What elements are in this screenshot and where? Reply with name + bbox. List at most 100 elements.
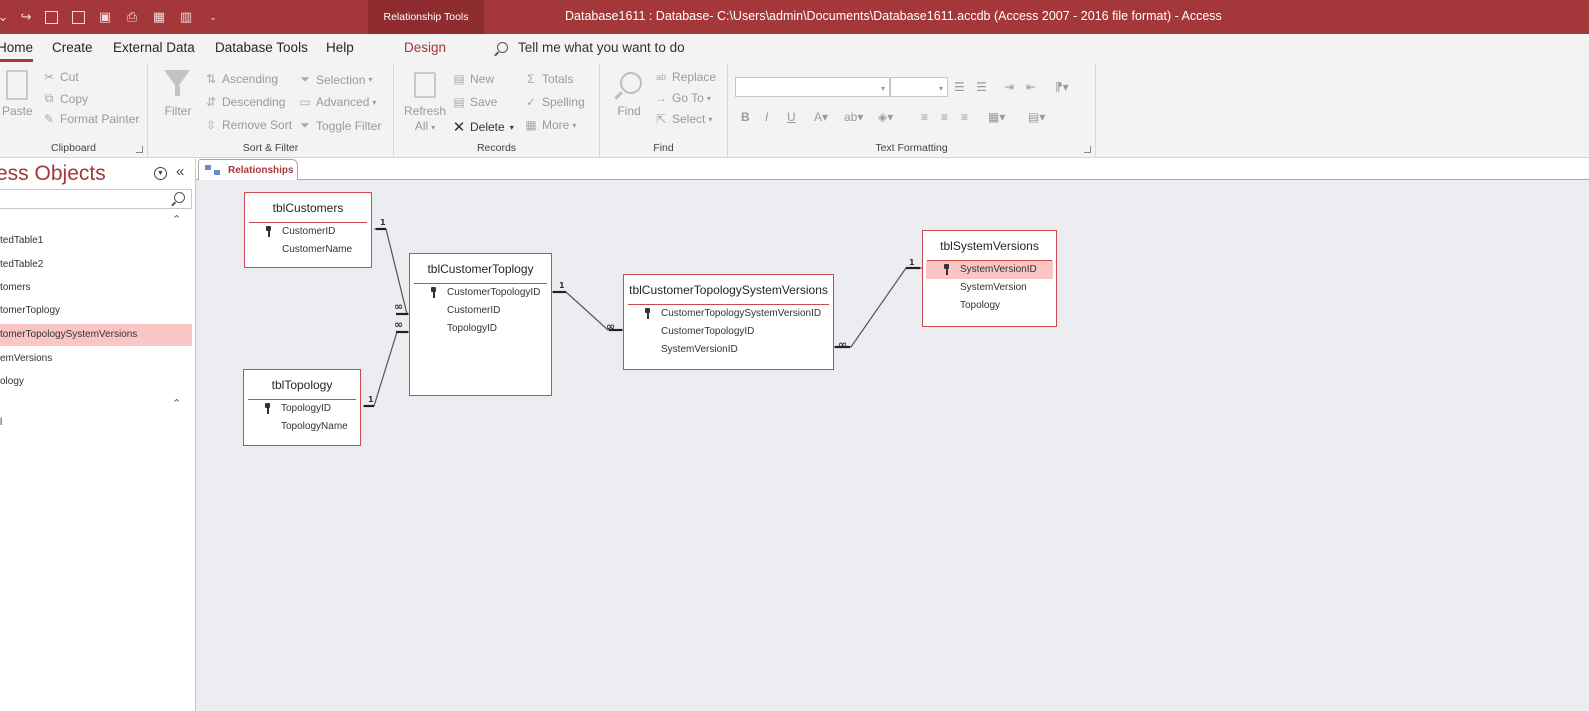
nav-search-input[interactable] [0,189,192,209]
relationships-canvas[interactable] [196,180,1589,711]
numbering-icon[interactable]: ☰ [976,80,987,94]
nav-item-table[interactable]: tedTable1 [0,230,192,252]
format-painter-button[interactable]: ✎ Format Painter [42,112,139,126]
underline-button[interactable]: U [787,110,796,124]
font-name-combo[interactable]: ▾ [735,77,890,97]
selection-button[interactable]: ⏷ Selection ▾ [298,72,372,87]
more-button[interactable]: ▦ More ▾ [524,118,576,132]
table-title[interactable]: tblTopology [248,370,356,400]
clipboard-launcher-icon[interactable] [136,146,143,153]
field-row[interactable]: TopologyID [247,400,357,418]
field-row[interactable]: CustomerTopologyID [627,323,830,341]
align-center-icon[interactable]: ≡ [941,110,948,124]
field-row[interactable]: CustomerName [248,241,368,259]
customize-qat-icon[interactable]: ⌄ [202,6,224,28]
italic-button[interactable]: I [765,110,768,124]
columns-icon[interactable]: ▥ [175,6,197,28]
field-row[interactable]: SystemVersionID [627,341,830,359]
find-button[interactable]: Find [612,104,646,118]
alternate-row-color-icon[interactable]: ▤▾ [1028,110,1045,124]
field-row[interactable]: CustomerID [413,302,548,320]
spelling-button[interactable]: ✓ Spelling [524,95,585,109]
tab-design[interactable]: Design [404,40,446,55]
nav-pane-title[interactable]: ess Objects [0,162,106,186]
tell-me-search[interactable]: Tell me what you want to do [497,40,685,55]
ascending-button[interactable]: ⇅ Ascending [204,72,278,86]
font-color-icon[interactable]: A▾ [814,110,828,124]
report-icon[interactable]: ▣ [94,6,116,28]
cut-button[interactable]: ✂ Cut [42,70,79,84]
refresh-all-button[interactable]: Refresh [400,104,450,118]
descending-button[interactable]: ⇵ Descending [204,95,285,109]
nav-item-table-selected[interactable]: tomerTopologySystemVersions [0,324,192,346]
redo-icon[interactable]: ↪ [17,6,35,28]
undo-arrow-icon[interactable]: ⌄ [0,6,8,28]
remove-sort-button[interactable]: ⇳ Remove Sort [204,118,292,132]
field-row[interactable]: CustomerTopologySystemVersionID [627,305,830,323]
find-magnifier-handle [614,91,623,100]
print-preview-icon[interactable]: ⎙ [121,6,143,28]
table-title[interactable]: tblCustomers [249,193,367,223]
datasheet-icon[interactable] [67,6,89,28]
tab-home[interactable]: Home [0,40,34,62]
field-row[interactable]: SystemVersion [926,279,1053,297]
font-size-combo[interactable]: ▾ [890,77,948,97]
highlight-color-icon[interactable]: ab▾ [844,110,863,124]
paste-button[interactable]: Paste [2,104,33,118]
nav-menu-chevron-icon[interactable]: ▼ [154,167,167,180]
nav-item-table[interactable]: tomerToplogy [0,300,192,322]
table-window-customer-topology-system-versions[interactable]: tblCustomerTopologySystemVersions Custom… [623,274,834,370]
group-collapse-icon[interactable]: ⌃ [172,397,181,410]
field-row-selected[interactable]: SystemVersionID [926,261,1053,279]
toggle-filter-button[interactable]: ⏷ Toggle Filter [298,118,381,133]
field-row[interactable]: Topology [926,297,1053,315]
tab-external-data[interactable]: External Data [113,40,195,55]
grid-icon[interactable]: ▦ [148,6,170,28]
table-window-customers[interactable]: tblCustomers CustomerID CustomerName [244,192,372,268]
table-window-system-versions[interactable]: tblSystemVersions SystemVersionID System… [922,230,1057,327]
align-left-icon[interactable]: ≡ [921,110,928,124]
tab-create[interactable]: Create [52,40,93,55]
copy-button[interactable]: ⧉ Copy [42,91,88,106]
tab-database-tools[interactable]: Database Tools [215,40,308,55]
table-window-topology[interactable]: tblTopology TopologyID TopologyName [243,369,361,446]
field-row[interactable]: TopologyID [413,320,548,338]
search-icon[interactable] [174,192,185,203]
nav-item-stub[interactable]: l [0,417,2,428]
nav-collapse-icon[interactable]: « [176,163,184,180]
new-record-button[interactable]: ▤ New [452,72,494,86]
totals-button[interactable]: Σ Totals [524,72,573,86]
table-title[interactable]: tblSystemVersions [927,231,1052,261]
align-right-icon[interactable]: ≡ [961,110,968,124]
replace-button[interactable]: ab Replace [654,70,716,84]
field-row[interactable]: TopologyName [247,418,357,436]
bold-button[interactable]: B [741,110,750,124]
go-to-button[interactable]: → Go To ▾ [654,91,711,105]
fill-color-icon[interactable]: ◈▾ [878,110,893,124]
tab-help[interactable]: Help [326,40,354,55]
document-tab-strip: Relationships [196,159,1589,180]
bullets-icon[interactable]: ☰ [954,80,965,94]
advanced-button[interactable]: ▭ Advanced ▾ [298,95,376,109]
delete-record-button[interactable]: ✕ Delete ▾ [452,118,514,136]
relationships-tab[interactable]: Relationships [198,159,298,180]
table-title[interactable]: tblCustomerToplogy [414,254,547,284]
save-record-button[interactable]: ▤ Save [452,95,497,109]
select-button[interactable]: ⇱ Select ▾ [654,112,712,126]
indent-decrease-icon[interactable]: ⇤ [1026,80,1036,94]
group-collapse-icon[interactable]: ⌃ [172,213,181,226]
nav-item-table[interactable]: ology [0,371,192,393]
paragraph-direction-icon[interactable]: ⁋▾ [1055,80,1069,94]
indent-increase-icon[interactable]: ⇥ [1004,80,1014,94]
table-title[interactable]: tblCustomerTopologySystemVersions [628,275,829,305]
text-formatting-launcher-icon[interactable] [1084,146,1091,153]
nav-item-table[interactable]: tomers [0,277,192,299]
table-view-icon[interactable] [40,6,62,28]
nav-item-table[interactable]: emVersions [0,348,192,370]
field-row[interactable]: CustomerTopologyID [413,284,548,302]
table-window-customer-topology[interactable]: tblCustomerToplogy CustomerTopologyID Cu… [409,253,552,396]
nav-item-table[interactable]: tedTable2 [0,254,192,276]
filter-button[interactable]: Filter [160,104,196,118]
field-row[interactable]: CustomerID [248,223,368,241]
gridlines-icon[interactable]: ▦▾ [988,110,1005,124]
